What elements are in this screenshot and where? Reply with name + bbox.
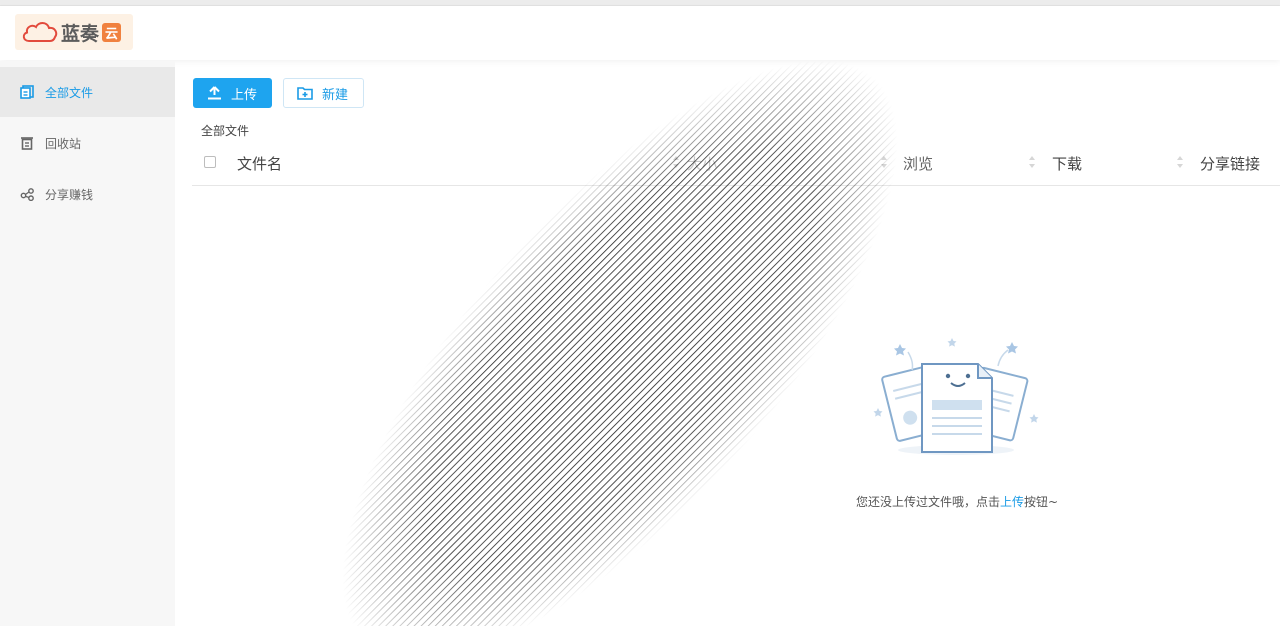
cloud-icon <box>22 22 58 42</box>
column-header-share-link[interactable]: 分享链接 <box>1200 153 1260 174</box>
column-header-size[interactable]: 大小 <box>687 153 717 174</box>
empty-text-before: 您还没上传过文件哦，点击 <box>855 495 1000 509</box>
app-logo[interactable]: 蓝奏 云 <box>15 14 133 50</box>
sort-icon[interactable] <box>1176 155 1184 169</box>
sidebar-item-label: 回收站 <box>45 136 82 151</box>
sidebar-item-label: 全部文件 <box>45 85 94 100</box>
empty-text-after: 按钮~ <box>1023 495 1059 509</box>
column-header-name[interactable]: 文件名 <box>237 153 282 174</box>
header-bar: 蓝奏 云 <box>0 6 1280 60</box>
upload-button-label: 上传 <box>231 87 258 103</box>
main-content: 上传 新建 全部文件 文件名 大小 浏览 下载 分享链接 <box>175 61 1280 626</box>
empty-upload-link[interactable]: 上传 <box>1000 495 1024 509</box>
empty-state-message: 您还没上传过文件哦，点击上传按钮~ <box>650 493 1264 510</box>
column-header-downloads[interactable]: 下载 <box>1052 153 1082 174</box>
sidebar-item-label: 分享赚钱 <box>45 187 94 202</box>
sort-icon[interactable] <box>1028 155 1036 169</box>
sidebar-item-recycle-bin[interactable]: 回收站 <box>0 118 175 168</box>
new-folder-button[interactable]: 新建 <box>283 78 364 108</box>
sidebar: 全部文件 回收站 分享赚钱 <box>0 61 175 626</box>
new-button-label: 新建 <box>322 87 349 103</box>
sort-icon[interactable] <box>672 155 680 169</box>
logo-badge: 云 <box>102 22 122 42</box>
breadcrumb[interactable]: 全部文件 <box>201 122 249 139</box>
sort-icon[interactable] <box>880 155 888 169</box>
files-icon <box>19 84 35 100</box>
empty-files-illustration <box>873 338 1039 455</box>
column-header-views[interactable]: 浏览 <box>903 153 933 174</box>
sidebar-item-share-earn[interactable]: 分享赚钱 <box>0 169 175 219</box>
upload-icon <box>205 84 223 102</box>
trash-icon <box>19 135 35 151</box>
new-folder-icon <box>296 84 314 102</box>
sidebar-item-all-files[interactable]: 全部文件 <box>0 67 175 117</box>
upload-button[interactable]: 上传 <box>193 78 272 108</box>
logo-text: 蓝奏 <box>61 22 100 45</box>
table-header: 文件名 大小 浏览 下载 分享链接 <box>192 147 1280 186</box>
share-icon <box>19 186 35 202</box>
select-all-checkbox[interactable] <box>204 156 216 168</box>
